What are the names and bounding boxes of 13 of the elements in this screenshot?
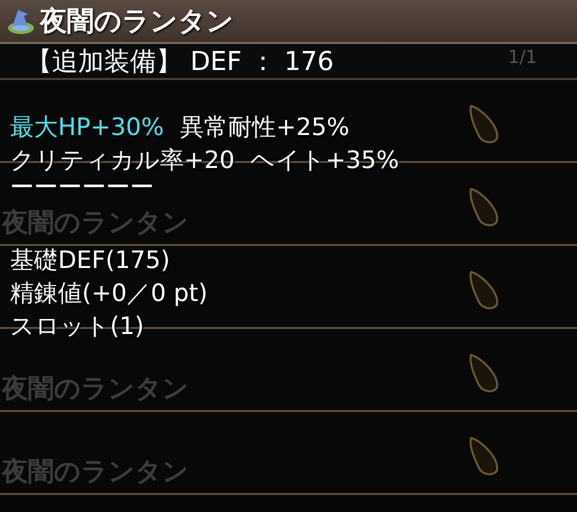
seed-icon	[467, 104, 501, 144]
stat-text: 精錬値(+0／0 pt)	[10, 280, 208, 304]
stat-text: ーーーーーー	[10, 175, 154, 199]
seed-icon	[467, 187, 501, 227]
page-counter: 1/1	[508, 47, 537, 68]
equipment-stat: 【追加装備】 DEF ： 176	[26, 46, 334, 78]
seed-icon	[467, 436, 501, 476]
stat-text: 基礎DEF(175)	[10, 248, 170, 272]
item-title: 夜闇のランタン	[40, 5, 234, 39]
seed-icon	[467, 270, 501, 310]
stat-text: 異常耐性+25%	[180, 114, 350, 138]
seed-icon	[467, 353, 501, 393]
stat-text: 最大HP+30%	[10, 114, 164, 138]
